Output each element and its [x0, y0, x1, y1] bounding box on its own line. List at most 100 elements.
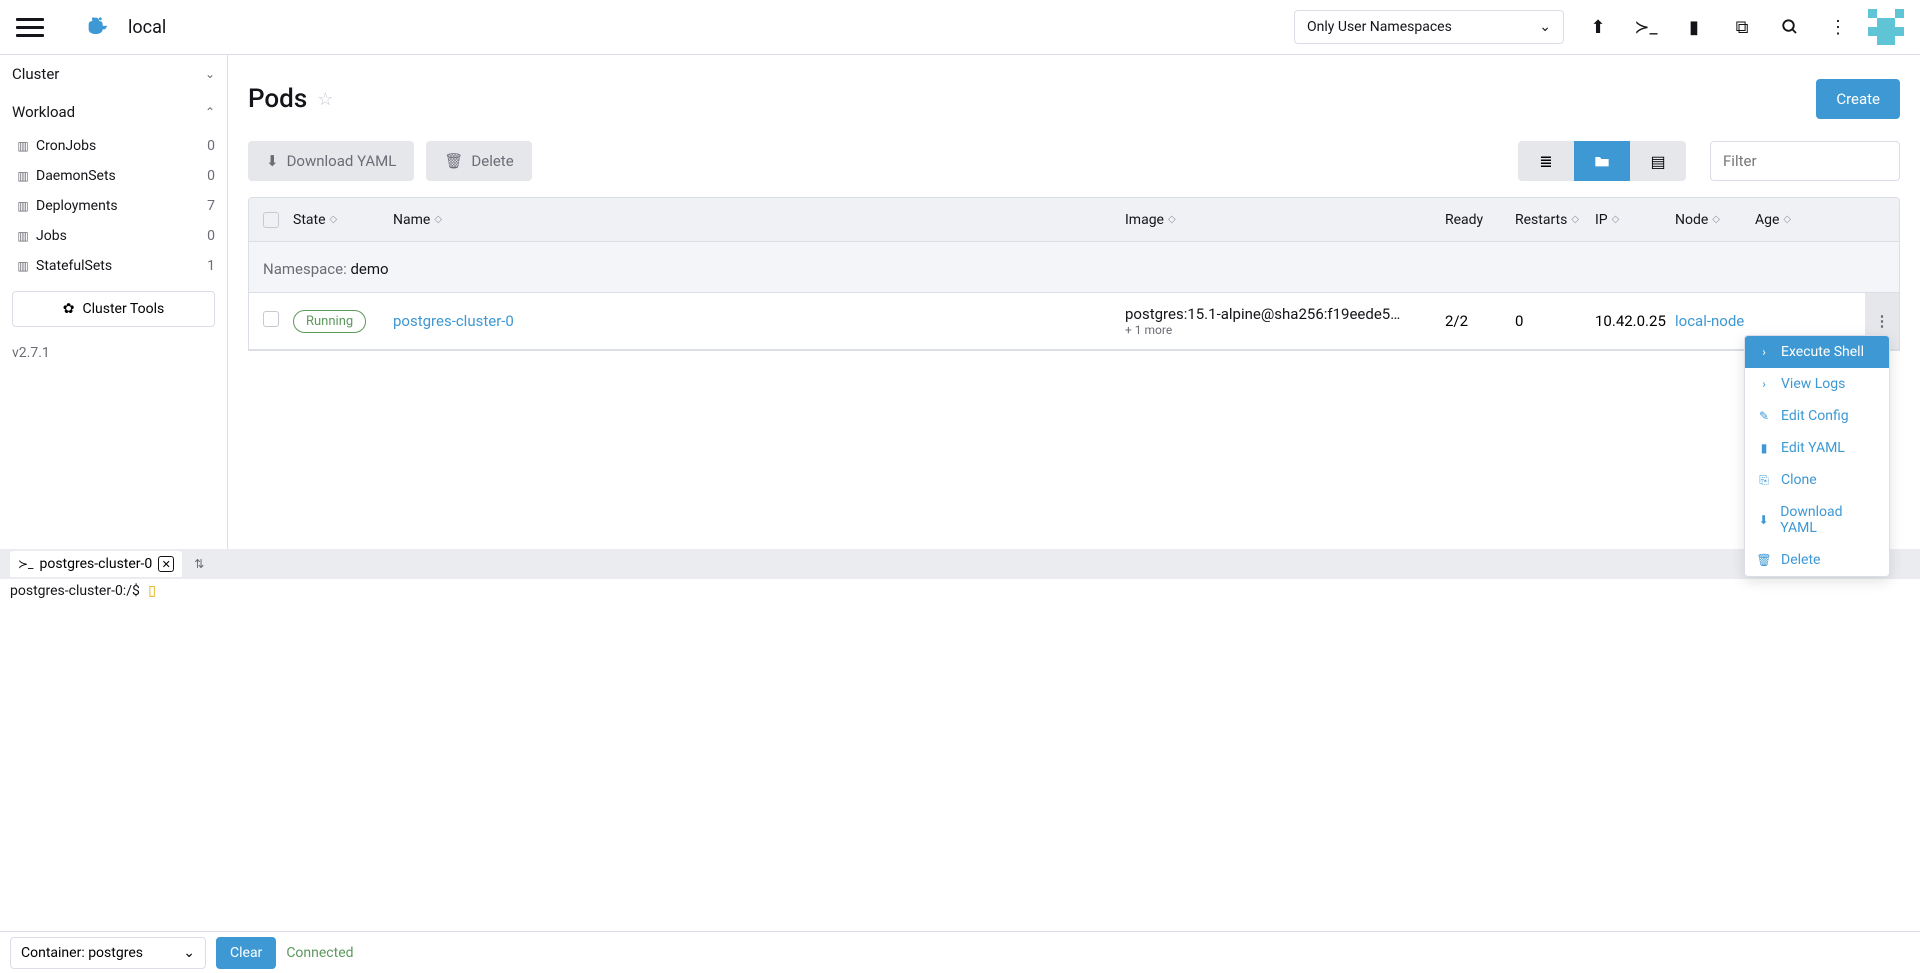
folder-icon: ▥: [16, 199, 30, 213]
header-node[interactable]: Node◇: [1675, 212, 1755, 228]
cluster-tools-button[interactable]: ✿ Cluster Tools: [12, 291, 215, 327]
delete-label: Delete: [471, 152, 513, 170]
action-menu-item[interactable]: ✎Edit Config: [1745, 400, 1889, 432]
action-menu-label: Delete: [1781, 552, 1820, 568]
connection-status: Connected: [286, 945, 353, 961]
sidebar-item[interactable]: ▥CronJobs0: [0, 131, 227, 161]
sort-icon: ◇: [1712, 214, 1720, 225]
action-icon: 🗑: [1757, 553, 1771, 567]
action-icon: ›: [1757, 377, 1771, 391]
cluster-tools-label: Cluster Tools: [83, 301, 165, 317]
shell-icon: ≻_: [18, 557, 33, 571]
terminal-footer: Container: postgres ⌄ Clear Connected: [0, 931, 1920, 973]
action-menu-item[interactable]: › View Logs: [1745, 368, 1889, 400]
user-avatar[interactable]: [1868, 9, 1904, 45]
shell-icon[interactable]: ≻_: [1636, 17, 1656, 37]
header-ready[interactable]: Ready: [1445, 212, 1515, 228]
resize-panel-button[interactable]: ⇅: [194, 557, 204, 571]
download-yaml-button[interactable]: ⬇ Download YAML: [248, 141, 414, 181]
chevron-down-icon: ⌄: [205, 67, 215, 81]
menu-toggle[interactable]: [16, 13, 44, 41]
terminal-body[interactable]: postgres-cluster-0:/$ ▯: [0, 579, 1920, 931]
create-button[interactable]: Create: [1816, 79, 1900, 119]
header-ip[interactable]: IP◇: [1595, 212, 1675, 228]
action-menu-item[interactable]: ▮ Edit YAML: [1745, 432, 1889, 464]
action-menu-item[interactable]: ⎘ Clone: [1745, 464, 1889, 496]
pod-image: postgres:15.1-alpine@sha256:f19eede5…: [1125, 305, 1445, 323]
delete-button[interactable]: 🗑 Delete: [426, 141, 531, 181]
pod-node-link[interactable]: local-node: [1675, 312, 1744, 330]
header-restarts[interactable]: Restarts◇: [1515, 212, 1595, 228]
file-icon[interactable]: ▮: [1684, 17, 1704, 37]
sidebar-item-count: 0: [207, 138, 215, 154]
header-image[interactable]: Image◇: [1125, 212, 1445, 228]
header-state[interactable]: State◇: [293, 212, 393, 228]
status-badge: Running: [293, 310, 366, 333]
kebab-menu-icon[interactable]: ⋮: [1828, 17, 1848, 37]
sidebar-item[interactable]: ▥Deployments7: [0, 191, 227, 221]
view-list-button[interactable]: ≣: [1518, 141, 1574, 181]
kubectl-icon[interactable]: ⧉: [1732, 17, 1752, 37]
pods-table: State◇ Name◇ Image◇ Ready Restarts◇ IP◇ …: [248, 197, 1900, 351]
sidebar-item[interactable]: ▥Jobs0: [0, 221, 227, 251]
pod-image-more: + 1 more: [1125, 323, 1445, 337]
chevron-down-icon: ⌄: [1539, 19, 1551, 35]
header-actions: ⬆ ≻_ ▮ ⧉ ⋮: [1588, 17, 1848, 37]
sort-icon: ◇: [1612, 214, 1620, 225]
clear-button[interactable]: Clear: [216, 937, 276, 969]
action-menu-item[interactable]: ⬇Download YAML: [1745, 496, 1889, 544]
action-icon: ⬇: [1757, 513, 1770, 527]
sidebar-item-count: 1: [207, 258, 215, 274]
sidebar-group-cluster[interactable]: Cluster ⌄: [0, 55, 227, 93]
header: local Only User Namespaces ⌄ ⬆ ≻_ ▮ ⧉ ⋮: [0, 0, 1920, 55]
chevron-down-icon: ⌄: [183, 945, 195, 961]
container-select-label: Container: postgres: [21, 945, 143, 961]
import-icon[interactable]: ⬆: [1588, 17, 1608, 37]
sidebar-group-label: Workload: [12, 103, 75, 121]
terminal-tab[interactable]: ≻_ postgres-cluster-0 ✕: [10, 551, 182, 577]
header-age[interactable]: Age◇: [1755, 212, 1885, 228]
action-menu-item[interactable]: ›Execute Shell: [1745, 336, 1889, 368]
terminal-tabs: ≻_ postgres-cluster-0 ✕ ⇅: [0, 549, 1920, 579]
sort-icon: ◇: [1571, 214, 1579, 225]
folder-icon: ▥: [16, 229, 30, 243]
action-icon: ›: [1757, 345, 1771, 359]
action-menu-label: View Logs: [1781, 376, 1845, 392]
view-namespace-button[interactable]: [1574, 141, 1630, 181]
sidebar-item-count: 7: [207, 198, 215, 214]
sidebar-item[interactable]: ▥DaemonSets0: [0, 161, 227, 191]
sort-icon: ◇: [1783, 214, 1791, 225]
terminal-tab-label: postgres-cluster-0: [39, 556, 152, 572]
download-yaml-label: Download YAML: [287, 152, 397, 170]
namespace-selector[interactable]: Only User Namespaces ⌄: [1294, 10, 1564, 44]
download-icon: ⬇: [266, 152, 279, 170]
star-icon[interactable]: ☆: [317, 89, 333, 110]
close-tab-button[interactable]: ✕: [158, 556, 174, 572]
trash-icon: 🗑: [444, 152, 463, 170]
namespace-selector-label: Only User Namespaces: [1307, 19, 1452, 35]
pod-name-link[interactable]: postgres-cluster-0: [393, 312, 514, 330]
view-flat-button[interactable]: ▤: [1630, 141, 1686, 181]
row-checkbox[interactable]: [263, 311, 279, 327]
sidebar-item-count: 0: [207, 228, 215, 244]
sidebar-item[interactable]: ▥StatefulSets1: [0, 251, 227, 281]
action-menu-label: Clone: [1781, 472, 1817, 488]
pod-ip: 10.42.0.25: [1595, 312, 1675, 330]
action-icon: ⎘: [1757, 473, 1771, 488]
select-all-checkbox[interactable]: [263, 212, 279, 228]
sidebar-group-label: Cluster: [12, 65, 59, 83]
action-menu-item[interactable]: 🗑 Delete: [1745, 544, 1889, 576]
container-select[interactable]: Container: postgres ⌄: [10, 937, 206, 969]
sidebar-group-workload[interactable]: Workload ⌃: [0, 93, 227, 131]
filter-input[interactable]: [1710, 141, 1900, 181]
header-name[interactable]: Name◇: [393, 212, 1125, 228]
folder-icon: ▥: [16, 169, 30, 183]
view-toggle: ≣ ▤: [1518, 141, 1686, 181]
search-icon[interactable]: [1780, 17, 1800, 37]
action-icon: ✎: [1757, 409, 1771, 423]
sort-icon: ◇: [434, 214, 442, 225]
action-menu-label: Edit YAML: [1781, 440, 1845, 456]
action-icon: ▮: [1757, 441, 1771, 455]
folder-icon: ▥: [16, 259, 30, 273]
sidebar-item-label: CronJobs: [36, 138, 96, 154]
